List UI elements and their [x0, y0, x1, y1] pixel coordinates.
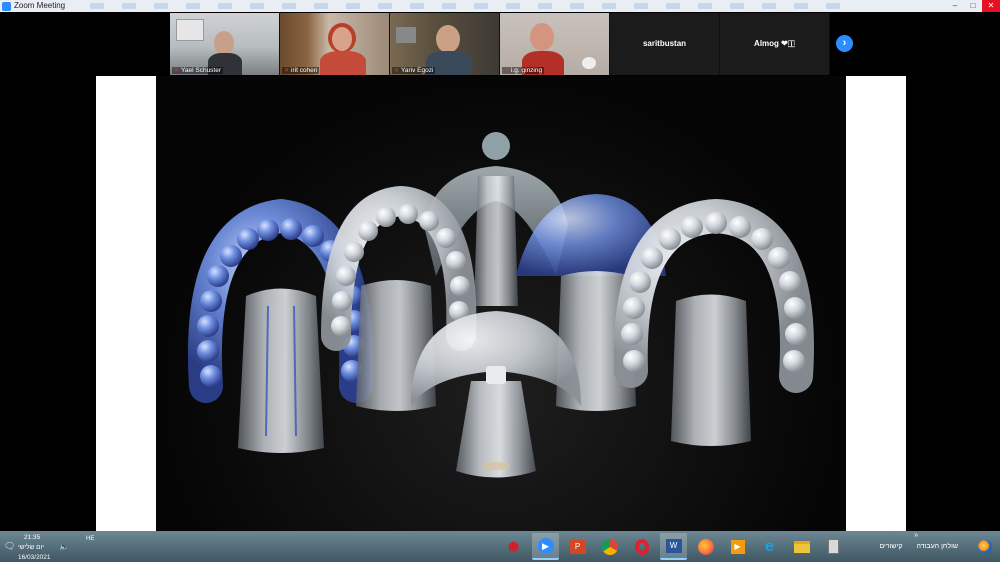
volume-icon[interactable]: 🔈 [59, 542, 69, 551]
participant-video [390, 13, 499, 75]
back-bottle [474, 176, 518, 306]
participant-tile[interactable]: ✕ Yael Schuster [170, 13, 279, 75]
participant-name: Yael Schuster [181, 67, 222, 74]
mic-muted-icon: ✕ [174, 68, 180, 74]
mic-muted-icon: ✕ [504, 68, 510, 74]
opera-icon[interactable] [628, 533, 655, 560]
zoom-app-icon [2, 1, 11, 11]
participant-name: Almog ❤‏🇮‏ [754, 39, 795, 48]
participant-video [500, 13, 609, 75]
system-tray-right: קישורים שולחן העבודה [879, 531, 1000, 562]
title-bar: Zoom Meeting – □ ✕ [0, 0, 1000, 12]
zoom-meeting-screen: Zoom Meeting – □ ✕ ✕ Yael Schuster ✕ irit [0, 0, 1000, 562]
participant-name: irit cohen [291, 67, 318, 74]
clock-time[interactable]: 21:35 [24, 534, 40, 541]
maximize-button[interactable]: □ [964, 0, 982, 12]
shared-photo [156, 76, 846, 531]
shared-screen [96, 76, 906, 531]
notification-icon[interactable]: 🗨 [4, 541, 15, 552]
participant-tile[interactable]: ✕ i.g. ginzing [500, 13, 609, 75]
start-button[interactable] [970, 531, 1000, 562]
powerpoint-icon[interactable]: P [564, 533, 591, 560]
participant-name: i.g. ginzing [511, 67, 543, 74]
system-tray-left: 🗨 21:35 יום שלישי 16/03/2021 🔈 HE [4, 533, 94, 561]
clock-day: יום שלישי [18, 544, 44, 551]
participant-name: saritbustan [642, 39, 687, 48]
language-indicator[interactable]: HE [86, 536, 94, 542]
participant-name: Yariv Egozi [401, 67, 434, 74]
participant-tile[interactable]: saritbustan [610, 13, 719, 75]
mcafee-icon[interactable]: ⬢ [500, 533, 527, 560]
chevron-right-icon[interactable]: › [836, 35, 853, 52]
close-button[interactable]: ✕ [982, 0, 1000, 12]
participant-tile[interactable]: Almog ❤‏🇮‏ [720, 13, 829, 75]
window-title: Zoom Meeting [14, 1, 66, 10]
media-player-icon[interactable]: ▶ [724, 533, 751, 560]
windows-taskbar: 🗨 21:35 יום שלישי 16/03/2021 🔈 HE ⬢ ▶ P … [0, 531, 1000, 562]
zoom-icon[interactable]: ▶ [532, 533, 559, 560]
participant-video [280, 13, 389, 75]
window-controls: – □ ✕ [946, 0, 1000, 12]
clock-date: 16/03/2021 [18, 554, 51, 561]
toolbar-strip [90, 2, 940, 10]
minimize-button[interactable]: – [946, 0, 964, 12]
participant-strip: ✕ Yael Schuster ✕ irit cohen ✕ Yariv Egozi [170, 13, 830, 75]
front-fan-bottle [411, 311, 581, 478]
participant-video [170, 13, 279, 75]
mic-muted-icon: ✕ [394, 68, 400, 74]
participant-tile[interactable]: ✕ irit cohen [280, 13, 389, 75]
participant-tile[interactable]: ✕ Yariv Egozi [390, 13, 499, 75]
frost-arch-right [613, 198, 814, 446]
desktop-toolbar-label[interactable]: שולחן העבודה [917, 543, 959, 550]
links-toolbar-label[interactable]: קישורים [879, 543, 902, 550]
firefox-icon[interactable] [692, 533, 719, 560]
mic-muted-icon: ✕ [284, 68, 290, 74]
windows-logo-icon [978, 539, 992, 554]
calculator-icon[interactable] [820, 533, 847, 560]
perfume-bottles-illustration [187, 132, 814, 478]
taskbar-apps: ⬢ ▶ P W ▶ e [500, 533, 847, 560]
file-explorer-icon[interactable] [788, 533, 815, 560]
internet-explorer-icon[interactable]: e [756, 533, 783, 560]
word-icon[interactable]: W [660, 533, 687, 560]
chrome-icon[interactable] [596, 533, 623, 560]
